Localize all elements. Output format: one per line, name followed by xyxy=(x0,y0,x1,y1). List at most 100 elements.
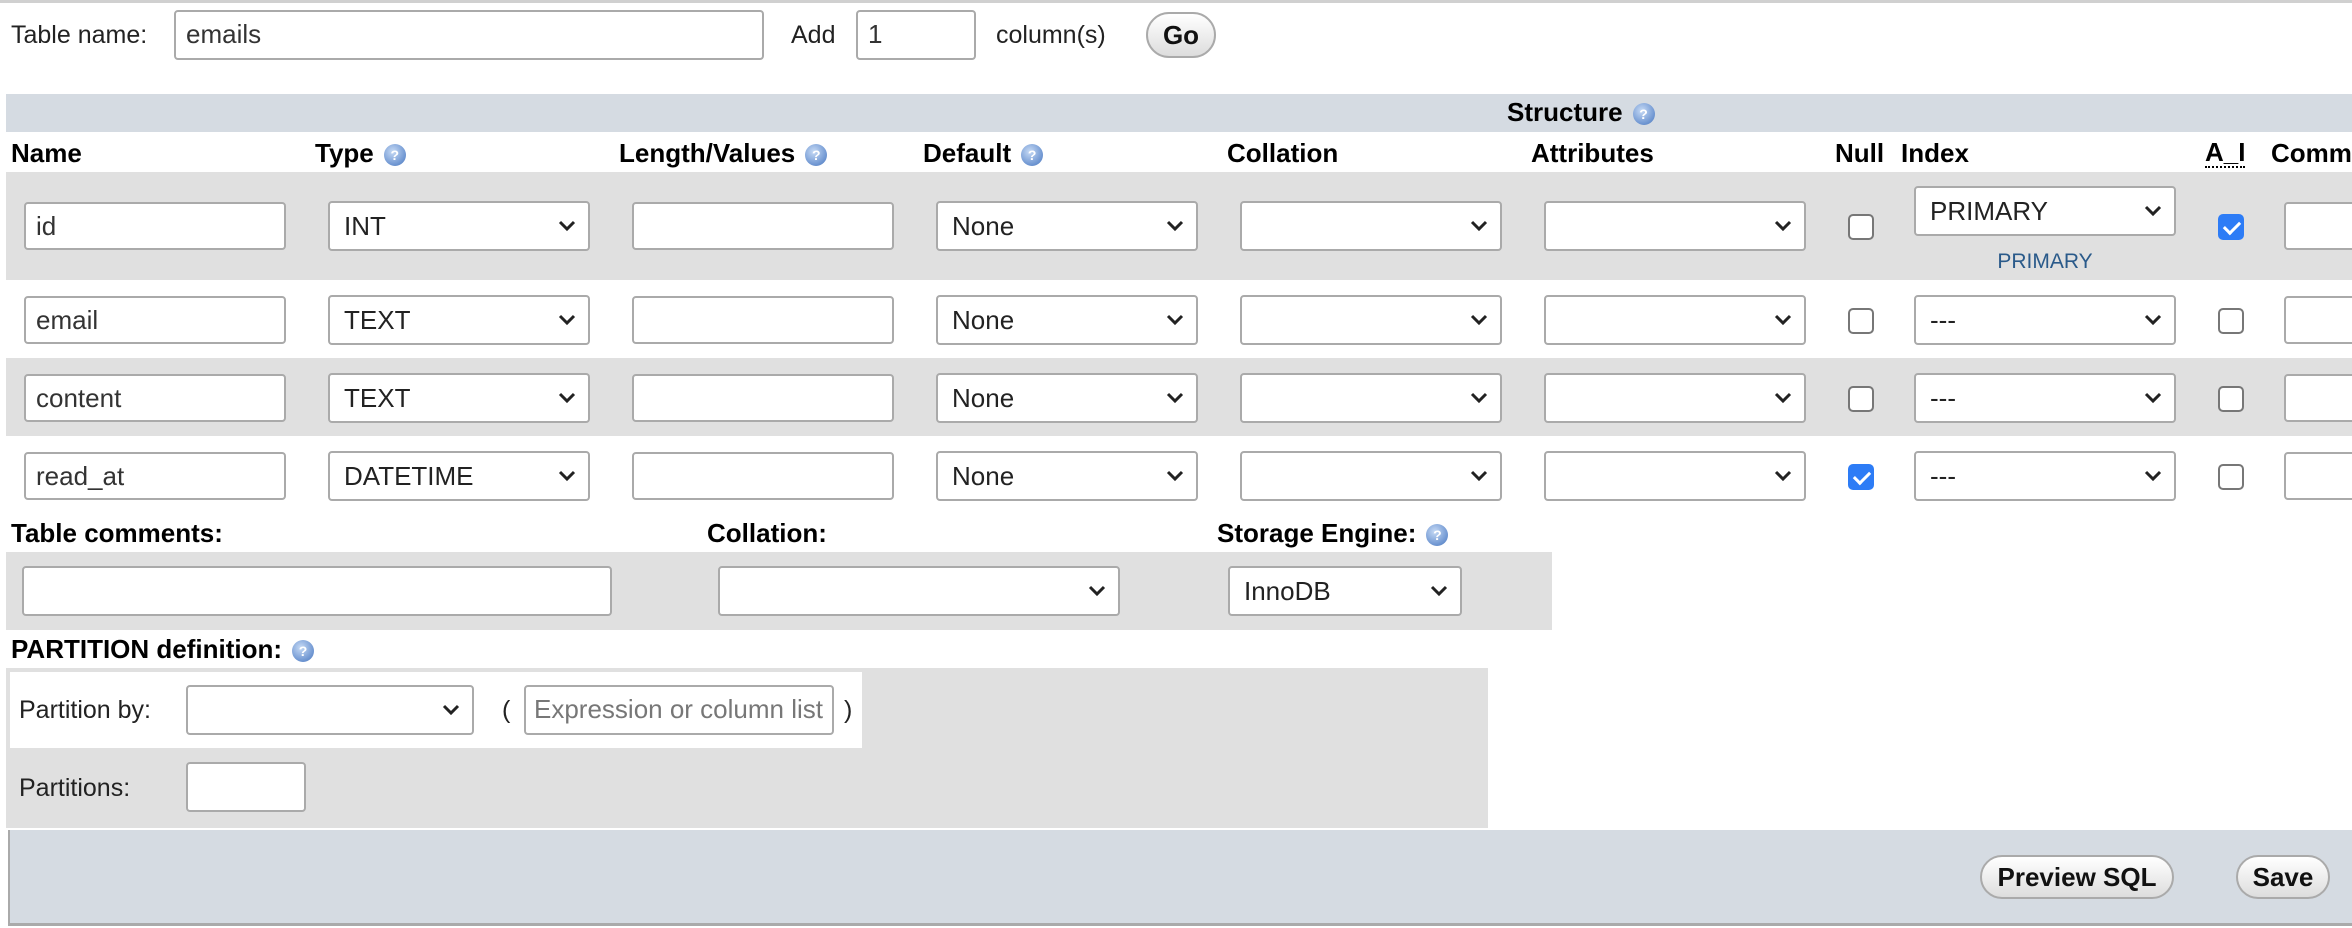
structure-title-text: Structure xyxy=(1507,97,1623,127)
header-default: Default? xyxy=(923,138,1044,169)
partition-title: PARTITION definition: xyxy=(11,634,283,664)
column-index-select[interactable]: --- xyxy=(1914,373,2176,423)
column-auto-increment-checkbox[interactable] xyxy=(2218,464,2244,490)
help-icon[interactable]: ? xyxy=(383,144,406,167)
header-auto-increment: A_I xyxy=(2205,137,2246,168)
save-button[interactable]: Save xyxy=(2236,855,2330,899)
column-collation-select[interactable] xyxy=(1240,373,1502,423)
table-collation-select[interactable] xyxy=(718,566,1120,616)
help-icon[interactable]: ? xyxy=(805,144,828,167)
column-length-input[interactable] xyxy=(632,296,894,344)
chevron-down-icon xyxy=(1166,314,1184,326)
chevron-down-icon xyxy=(1774,314,1792,326)
column-attributes-select[interactable] xyxy=(1544,451,1806,501)
storage-engine-select[interactable]: InnoDB xyxy=(1228,566,1462,616)
column-index-select[interactable]: --- xyxy=(1914,451,2176,501)
chevron-down-icon xyxy=(442,704,460,716)
column-collation-select[interactable] xyxy=(1240,201,1502,251)
go-button[interactable]: Go xyxy=(1146,12,1216,58)
partition-expression-input[interactable]: Expression or column list xyxy=(524,685,834,735)
table-name-input[interactable]: emails xyxy=(174,10,764,60)
column-name-input[interactable]: email xyxy=(24,296,286,344)
header-index: Index xyxy=(1901,138,1969,168)
column-name-input[interactable]: content xyxy=(24,374,286,422)
column-attributes-select[interactable] xyxy=(1544,295,1806,345)
chevron-down-icon xyxy=(1470,470,1488,482)
column-name-input[interactable]: id xyxy=(24,202,286,250)
column-length-input[interactable] xyxy=(632,452,894,500)
chevron-down-icon xyxy=(1470,220,1488,232)
column-comments-input[interactable] xyxy=(2284,202,2352,250)
help-icon[interactable]: ? xyxy=(1632,103,1655,126)
column-type-value: INT xyxy=(344,211,386,241)
help-icon[interactable]: ? xyxy=(1426,524,1449,547)
column-collation-select[interactable] xyxy=(1240,295,1502,345)
top-border xyxy=(0,0,2352,3)
column-null-checkbox[interactable] xyxy=(1848,386,1874,412)
partitions-input[interactable] xyxy=(186,762,306,812)
header-null: Null xyxy=(1835,138,1885,168)
column-default-value: None xyxy=(952,383,1015,413)
chevron-down-icon xyxy=(558,470,576,482)
column-index-select[interactable]: --- xyxy=(1914,295,2176,345)
column-default-select[interactable]: None xyxy=(936,201,1198,251)
column-default-select[interactable]: None xyxy=(936,373,1198,423)
column-auto-increment-checkbox[interactable] xyxy=(2218,308,2244,334)
column-attributes-select[interactable] xyxy=(1544,373,1806,423)
column-comments-input[interactable] xyxy=(2284,296,2352,344)
column-auto-increment-checkbox[interactable] xyxy=(2218,214,2244,240)
header-type-text: Type xyxy=(315,138,374,168)
column-length-input[interactable] xyxy=(632,374,894,422)
column-collation-select[interactable] xyxy=(1240,451,1502,501)
column-default-value: None xyxy=(952,461,1015,491)
help-icon[interactable]: ? xyxy=(292,640,315,663)
column-length-input[interactable] xyxy=(632,202,894,250)
partition-by-select[interactable] xyxy=(186,685,474,735)
column-default-select[interactable]: None xyxy=(936,451,1198,501)
table-comments-label: Table comments: xyxy=(11,518,223,548)
chevron-down-icon xyxy=(1430,585,1448,597)
chevron-down-icon xyxy=(2144,314,2162,326)
chevron-down-icon xyxy=(558,392,576,404)
header-name: Name xyxy=(11,138,82,168)
chevron-down-icon xyxy=(1166,470,1184,482)
column-type-value: DATETIME xyxy=(344,461,474,491)
column-default-select[interactable]: None xyxy=(936,295,1198,345)
columns-label: column(s) xyxy=(996,21,1106,49)
chevron-down-icon xyxy=(1470,314,1488,326)
chevron-down-icon xyxy=(2144,470,2162,482)
column-auto-increment-checkbox[interactable] xyxy=(2218,386,2244,412)
preview-sql-button[interactable]: Preview SQL xyxy=(1980,855,2174,899)
header-type: Type? xyxy=(315,138,406,169)
open-paren: ( xyxy=(502,696,511,724)
column-type-select[interactable]: INT xyxy=(328,201,590,251)
column-attributes-select[interactable] xyxy=(1544,201,1806,251)
column-type-select[interactable]: TEXT xyxy=(328,295,590,345)
header-collation: Collation xyxy=(1227,138,1339,168)
column-type-select[interactable]: TEXT xyxy=(328,373,590,423)
storage-engine-label-wrap: Storage Engine:? xyxy=(1217,518,1449,549)
column-index-select[interactable]: PRIMARY xyxy=(1914,186,2176,236)
column-index-value: --- xyxy=(1930,383,1956,413)
header-length-text: Length/Values xyxy=(619,138,796,168)
column-type-select[interactable]: DATETIME xyxy=(328,451,590,501)
partition-by-label: Partition by: xyxy=(19,696,152,724)
table-name-label: Table name: xyxy=(11,21,148,49)
chevron-down-icon xyxy=(1088,585,1106,597)
structure-header-band xyxy=(6,94,2352,132)
index-primary-note: PRIMARY xyxy=(1997,250,2093,273)
column-null-checkbox[interactable] xyxy=(1848,308,1874,334)
table-comments-input[interactable] xyxy=(22,566,612,616)
chevron-down-icon xyxy=(558,314,576,326)
column-index-value: PRIMARY xyxy=(1930,196,2048,226)
column-null-checkbox[interactable] xyxy=(1848,214,1874,240)
column-comments-input[interactable] xyxy=(2284,374,2352,422)
chevron-down-icon xyxy=(2144,205,2162,217)
column-null-checkbox[interactable] xyxy=(1848,464,1874,490)
add-columns-count-input[interactable]: 1 xyxy=(856,10,976,60)
column-name-input[interactable]: read_at xyxy=(24,452,286,500)
help-icon[interactable]: ? xyxy=(1021,144,1044,167)
chevron-down-icon xyxy=(558,220,576,232)
header-comments: Comm xyxy=(2271,138,2352,168)
column-comments-input[interactable] xyxy=(2284,452,2352,500)
